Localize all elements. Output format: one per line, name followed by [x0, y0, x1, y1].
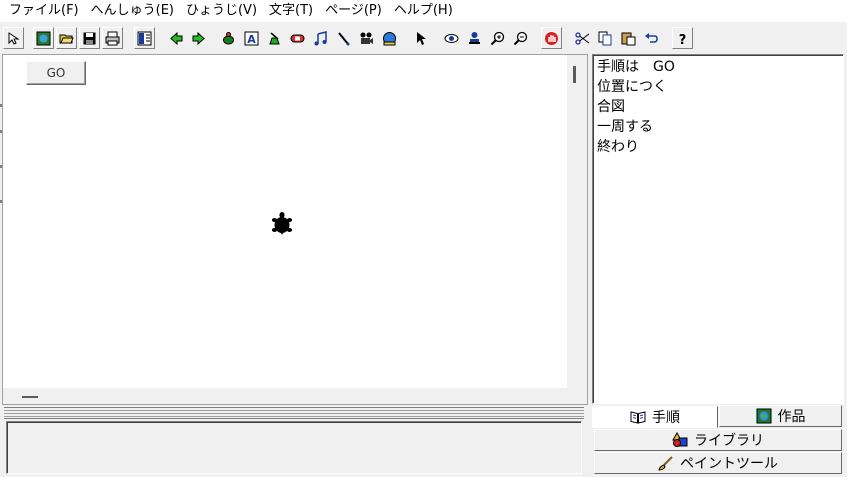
undo-icon[interactable] — [641, 27, 662, 49]
movie-camera-icon[interactable] — [356, 27, 377, 49]
scissors-icon[interactable] — [572, 27, 593, 49]
svg-text:A: A — [247, 33, 256, 46]
menu-text[interactable]: 文字(T) — [263, 0, 319, 22]
tab-paint-tool[interactable]: ペイントツール — [594, 452, 842, 474]
message-area[interactable] — [6, 421, 582, 474]
turtle-icon[interactable] — [270, 211, 294, 237]
vertical-scrollbar[interactable] — [573, 66, 576, 83]
tab-works-label: 作品 — [777, 409, 806, 425]
save-disk-icon[interactable] — [79, 27, 100, 49]
text-box-icon[interactable]: A — [241, 27, 262, 49]
paste-icon[interactable] — [618, 27, 639, 49]
svg-text:?: ? — [679, 33, 687, 46]
tab-procedure[interactable]: 手順 — [592, 406, 718, 428]
shapes-icon — [672, 432, 688, 447]
menu-bar: ファイル(F) へんしゅう(E) ひょうじ(V) 文字(T) ページ(P) ヘル… — [0, 0, 847, 22]
menu-view[interactable]: ひょうじ(V) — [180, 0, 263, 22]
tab-procedure-label: 手順 — [652, 410, 680, 426]
tab-library-label: ライブラリ — [694, 433, 764, 449]
turtle-stamp-icon[interactable] — [218, 27, 239, 49]
zoom-in-icon[interactable] — [487, 27, 508, 49]
zoom-out-icon[interactable] — [510, 27, 531, 49]
gauge-icon[interactable] — [264, 27, 285, 49]
globe-paint-icon[interactable] — [379, 27, 400, 49]
open-book-icon — [630, 411, 646, 424]
eye-icon[interactable] — [441, 27, 462, 49]
toolbar: A ? — [0, 24, 847, 52]
procedure-line[interactable]: 終わり — [597, 137, 837, 157]
capsule-icon[interactable] — [287, 27, 308, 49]
pane-splitter[interactable] — [4, 407, 584, 419]
tab-works[interactable]: 作品 — [719, 405, 842, 427]
globe-icon — [756, 408, 771, 424]
open-folder-icon[interactable] — [56, 27, 77, 49]
procedure-line[interactable]: 位置につく — [597, 77, 837, 97]
menu-page[interactable]: ページ(P) — [319, 0, 388, 22]
back-arrow-icon[interactable] — [166, 27, 187, 49]
menu-file[interactable]: ファイル(F) — [3, 0, 85, 22]
print-icon[interactable] — [102, 27, 123, 49]
stop-hand-icon[interactable] — [541, 27, 562, 49]
procedure-line[interactable]: 手順は GO — [597, 57, 837, 77]
copy-icon[interactable] — [595, 27, 616, 49]
tab-paint-tool-label: ペイントツール — [680, 456, 778, 472]
go-button[interactable]: GO — [26, 61, 86, 85]
procedure-line[interactable]: 一周する — [597, 117, 837, 137]
procedure-line[interactable]: 合図 — [597, 97, 837, 117]
paintbrush-icon — [658, 456, 673, 471]
arrow-cursor-icon[interactable] — [3, 27, 24, 49]
procedure-list: 手順は GO 位置につく 合図 一周する 終わり — [597, 57, 837, 157]
music-note-icon[interactable] — [310, 27, 331, 49]
horizontal-scrollbar[interactable] — [22, 396, 38, 398]
pointer-icon[interactable] — [410, 27, 431, 49]
stamp-icon[interactable] — [464, 27, 485, 49]
menu-edit[interactable]: へんしゅう(E) — [85, 0, 180, 22]
globe-icon[interactable] — [33, 27, 54, 49]
pages-icon[interactable] — [134, 27, 155, 49]
forward-arrow-icon[interactable] — [188, 27, 209, 49]
menu-help[interactable]: ヘルプ(H) — [388, 0, 459, 22]
help-icon[interactable]: ? — [672, 27, 693, 49]
tab-library[interactable]: ライブラリ — [594, 429, 842, 451]
pen-icon[interactable] — [333, 27, 354, 49]
